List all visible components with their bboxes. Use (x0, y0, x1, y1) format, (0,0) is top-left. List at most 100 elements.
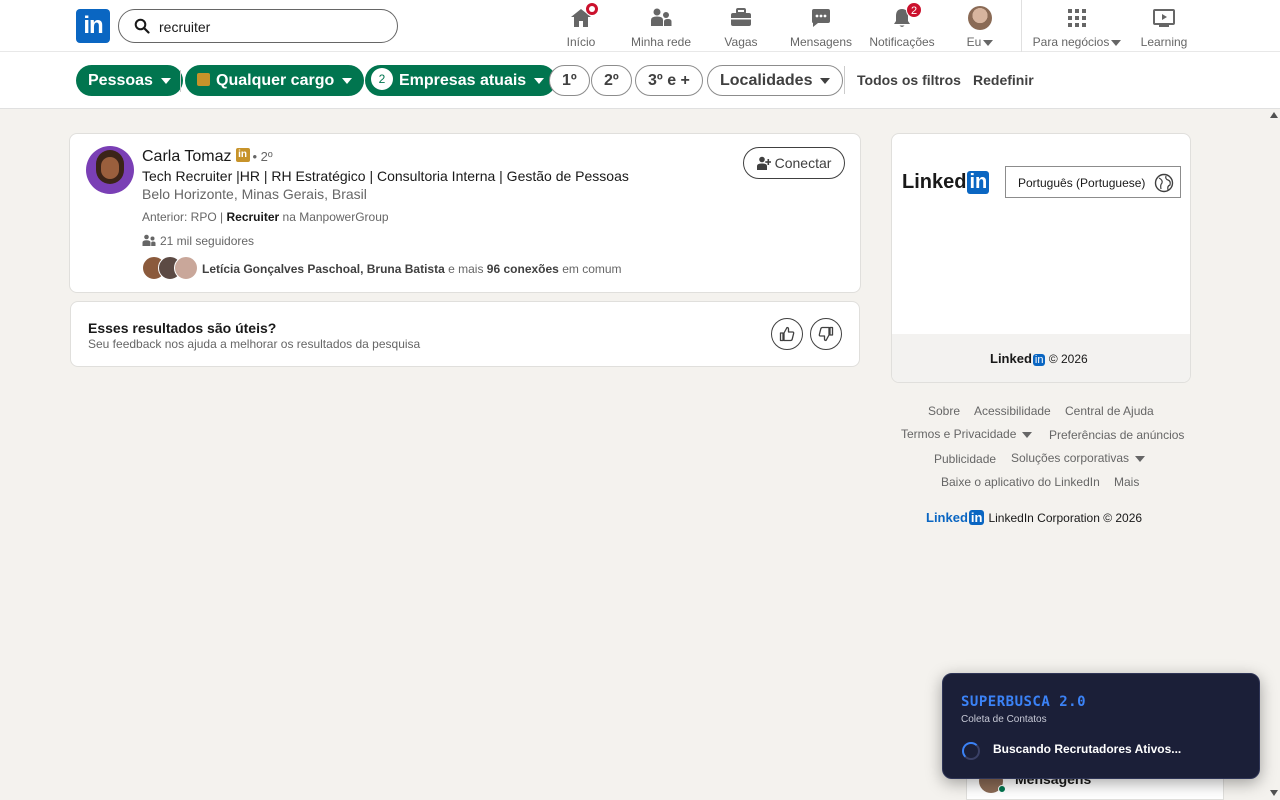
messaging-icon (809, 6, 833, 30)
nav-messaging-label: Mensagens (789, 35, 853, 49)
previous-title: Recruiter (226, 210, 280, 224)
nav-divider (1021, 0, 1022, 52)
thumbs-down-button[interactable] (810, 318, 842, 350)
chevron-down-icon (160, 77, 171, 84)
filter-locations-label: Localidades (720, 72, 813, 89)
superbusca-subtitle: Coleta de Contatos (961, 714, 1047, 725)
home-icon (569, 2, 599, 30)
nav-business[interactable]: Para negócios (1031, 4, 1123, 50)
scroll-down-arrow[interactable] (1270, 790, 1278, 796)
footer-link-help[interactable]: Central de Ajuda (1065, 404, 1154, 418)
footer-link-accessibility[interactable]: Acessibilidade (974, 404, 1051, 418)
footer-link-more[interactable]: Mais (1114, 475, 1139, 489)
search-result-card: Carla Tomaz in • 2º Tech Recruiter |HR | R… (69, 133, 861, 293)
language-value: Português (Portuguese) (1018, 176, 1146, 190)
top-nav: in Início Minha rede Vagas Mensagens 2 (0, 0, 1280, 52)
briefcase-icon (729, 6, 753, 30)
previous-prefix: Anterior: RPO | (142, 210, 224, 224)
filter-second-degree[interactable]: 2º (591, 65, 632, 96)
corp-text: LinkedIn Corporation © 2026 (988, 511, 1143, 525)
nav-me-label-wrap: Eu (962, 35, 998, 49)
thumbs-up-button[interactable] (771, 318, 803, 350)
nav-me[interactable]: Eu (962, 4, 998, 50)
add-person-icon (756, 156, 771, 170)
thumbs-up-icon (779, 326, 795, 342)
filter-first-degree-label: 1º (562, 72, 577, 89)
footer-wordmark-in: in (1032, 354, 1046, 366)
rail-copyright-row: Linked in © 2026 (990, 351, 1088, 366)
followers-text: 21 mil seguidores (160, 234, 255, 248)
people-icon (142, 235, 156, 247)
grid-icon (1065, 6, 1089, 30)
all-filters-button[interactable]: Todos os filtros (857, 72, 961, 88)
footer-link-business-solutions[interactable]: Soluções corporativas (1011, 451, 1146, 465)
connect-button[interactable]: Conectar (743, 147, 845, 179)
mutual-suffix: em comum (562, 262, 622, 276)
wordmark-text: Linked (902, 171, 967, 193)
feedback-title: Esses resultados são úteis? (88, 320, 277, 336)
chevron-down-icon (1111, 39, 1122, 46)
profile-followers: 21 mil seguidores (142, 234, 254, 248)
language-select[interactable]: Português (Portuguese) (1005, 166, 1181, 198)
filter-separator (180, 70, 181, 92)
footer-link-terms-label: Termos e Privacidade (901, 427, 1017, 441)
footer-link-terms[interactable]: Termos e Privacidade (901, 427, 1033, 441)
mutual-avatar (174, 256, 198, 280)
filter-any-title[interactable]: Qualquer cargo (185, 65, 365, 96)
filter-current-companies[interactable]: 2 Empresas atuais (365, 65, 557, 96)
chevron-down-icon (342, 77, 353, 84)
footer-link-about[interactable]: Sobre (928, 404, 960, 418)
search-input[interactable] (159, 16, 379, 38)
filter-people[interactable]: Pessoas (76, 65, 183, 96)
filter-third-degree[interactable]: 3º e + (635, 65, 703, 96)
nav-learning-label: Learning (1140, 35, 1188, 49)
avatar (968, 6, 992, 30)
nav-jobs[interactable]: Vagas (721, 4, 761, 50)
rail-footer: Linked in © 2026 (892, 334, 1190, 382)
filter-third-degree-label: 3º e + (648, 72, 690, 89)
reset-button[interactable]: Redefinir (973, 72, 1034, 88)
connect-label: Conectar (774, 155, 832, 171)
footer-link-business-solutions-label: Soluções corporativas (1011, 451, 1130, 465)
mutual-text: Letícia Gonçalves Paschoal, Bruna Batist… (202, 262, 622, 276)
nav-business-label-wrap: Para negócios (1031, 35, 1123, 49)
nav-jobs-label: Vagas (724, 35, 758, 49)
footer-link-advertising[interactable]: Publicidade (934, 452, 996, 466)
nav-messaging[interactable]: Mensagens (788, 4, 854, 50)
loading-spinner-icon (962, 742, 980, 760)
filter-locations[interactable]: Localidades (707, 65, 844, 96)
chevron-down-icon (534, 77, 545, 84)
filter-first-degree[interactable]: 1º (549, 65, 590, 96)
linkedin-wordmark: Linked in (902, 171, 990, 194)
nav-home[interactable]: Início (561, 2, 601, 50)
right-rail-card: Linked in Português (Portuguese) Linked in… (891, 133, 1191, 383)
nav-me-label: Eu (966, 35, 982, 49)
scroll-up-arrow[interactable] (1270, 112, 1278, 118)
nav-notifications[interactable]: 2 Notificações (867, 2, 937, 50)
search-box[interactable] (118, 9, 398, 43)
premium-icon: in (235, 148, 250, 163)
footer-link-ad-prefs[interactable]: Preferências de anúncios (1049, 428, 1184, 442)
chevron-down-icon (820, 77, 831, 84)
filter-people-label: Pessoas (88, 72, 153, 89)
mutual-names: Letícia Gonçalves Paschoal, Bruna Batist… (202, 262, 445, 276)
rail-copyright: © 2026 (1048, 352, 1088, 366)
linkedin-logo[interactable]: in (76, 9, 110, 43)
profile-photo[interactable] (86, 146, 134, 194)
profile-name[interactable]: Carla Tomaz (142, 148, 232, 165)
nav-learning[interactable]: Learning (1138, 4, 1190, 50)
connection-degree: • 2º (252, 149, 273, 164)
corp-wordmark-text: Linked (926, 510, 968, 525)
superbusca-title: SUPERBUSCA 2.0 (961, 694, 1087, 710)
home-badge (585, 2, 599, 16)
filter-separator (844, 66, 845, 94)
chevron-down-icon (1135, 455, 1146, 462)
nav-network[interactable]: Minha rede (627, 4, 695, 50)
corp-wordmark-in: in (968, 510, 985, 525)
globe-icon (1154, 173, 1174, 193)
bell-icon: 2 (890, 2, 922, 30)
footer-link-get-app[interactable]: Baixe o aplicativo do LinkedIn (941, 475, 1100, 489)
profile-name-row: Carla Tomaz in • 2º (142, 148, 273, 166)
feedback-subtitle: Seu feedback nos ajuda a melhorar os res… (88, 337, 421, 351)
superbusca-status: Buscando Recrutadores Ativos... (993, 742, 1182, 756)
